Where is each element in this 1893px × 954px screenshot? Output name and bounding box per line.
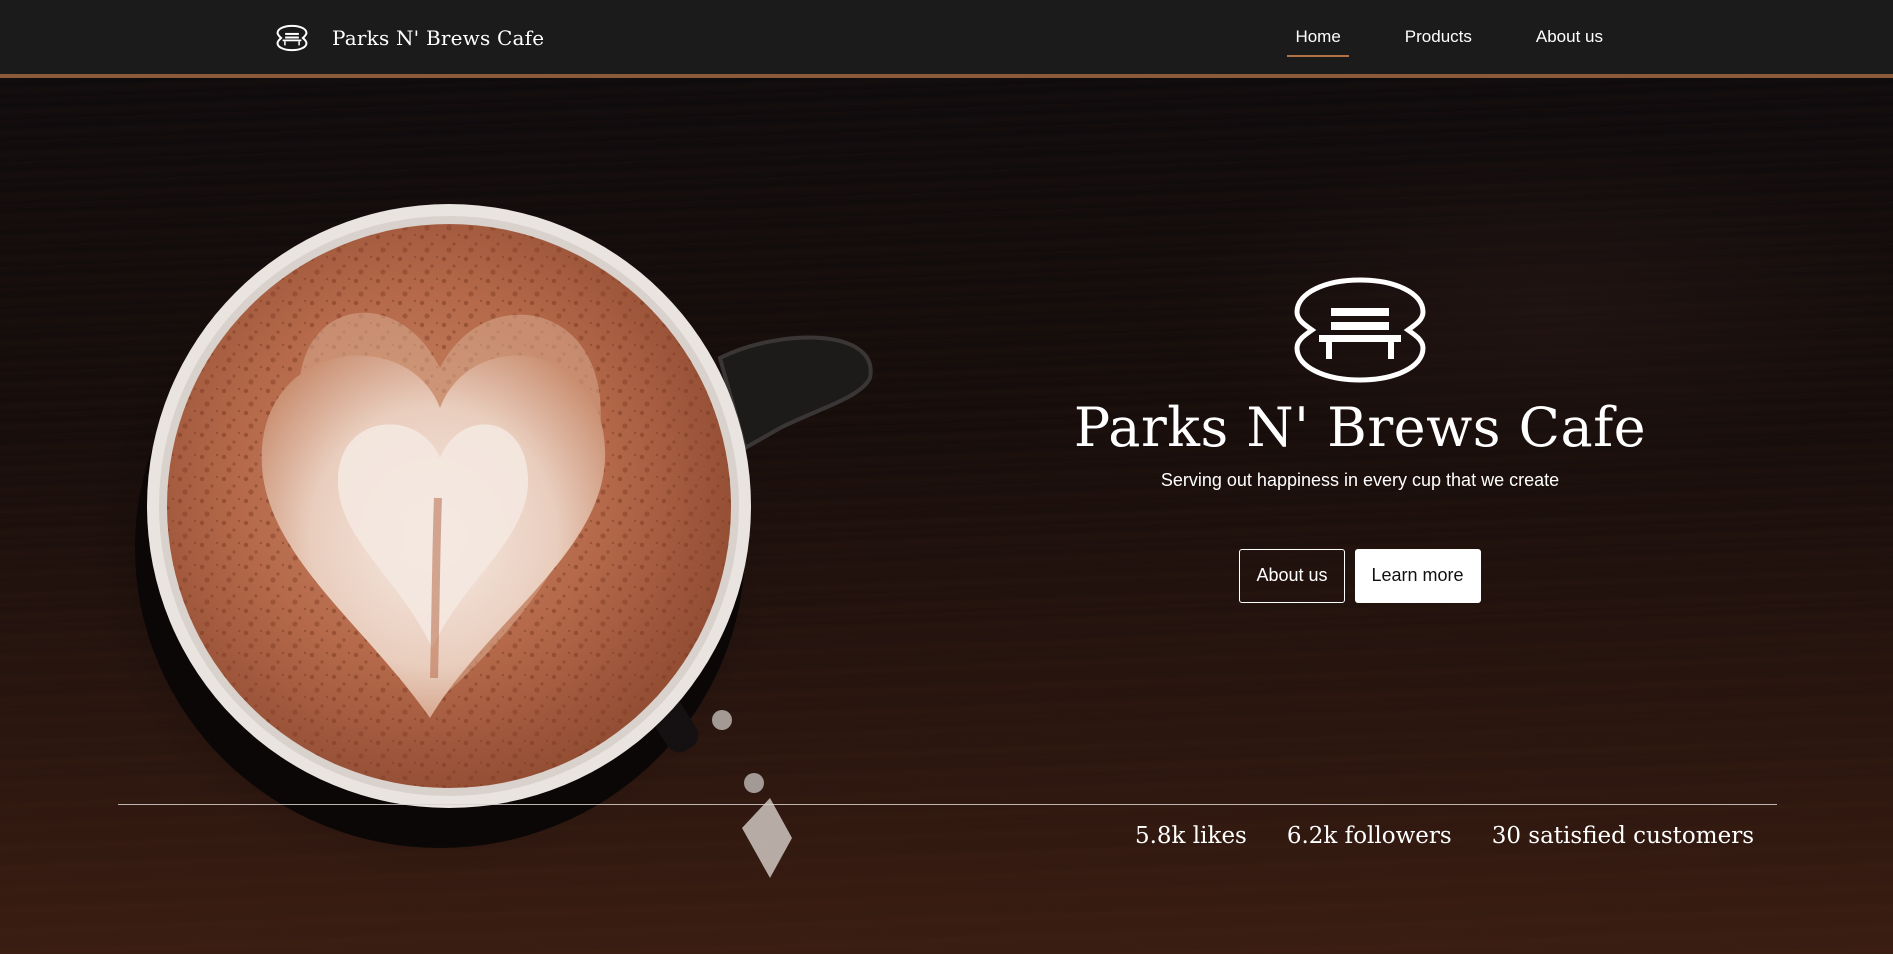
nav-home-link[interactable]: Home xyxy=(1287,0,1350,74)
brand-name: Parks N' Brews Cafe xyxy=(332,26,545,50)
stats-bar: 5.8k likes 6.2k followers 30 satisfied c… xyxy=(1135,823,1754,849)
followers-stat: 6.2k followers xyxy=(1286,823,1452,849)
park-bench-logo-icon xyxy=(1294,277,1426,383)
nav-products-link[interactable]: Products xyxy=(1397,0,1480,74)
likes-stat: 5.8k likes xyxy=(1134,823,1247,849)
top-navbar: Parks N' Brews Cafe Home Products About … xyxy=(0,0,1893,78)
latte-cup-photo xyxy=(90,204,873,878)
nav-about-link[interactable]: About us xyxy=(1528,0,1611,74)
hero-content: Parks N' Brews Cafe Serving out happines… xyxy=(1000,276,1720,603)
nav-links: Home Products About us xyxy=(1239,0,1611,74)
hero-buttons: About us Learn more xyxy=(1000,548,1720,603)
hero-section: Parks N' Brews Cafe Serving out happines… xyxy=(0,78,1893,954)
hero-subtitle: Serving out happiness in every cup that … xyxy=(1160,469,1560,490)
learn-more-button[interactable]: Learn more xyxy=(1354,548,1481,603)
about-us-button[interactable]: About us xyxy=(1239,548,1345,603)
brand[interactable]: Parks N' Brews Cafe xyxy=(274,21,544,55)
park-bench-logo-icon xyxy=(276,24,308,52)
customers-stat: 30 satisfied customers xyxy=(1491,823,1754,849)
stats-divider xyxy=(118,804,1777,805)
hero-title: Parks N' Brews Cafe xyxy=(1073,396,1647,459)
